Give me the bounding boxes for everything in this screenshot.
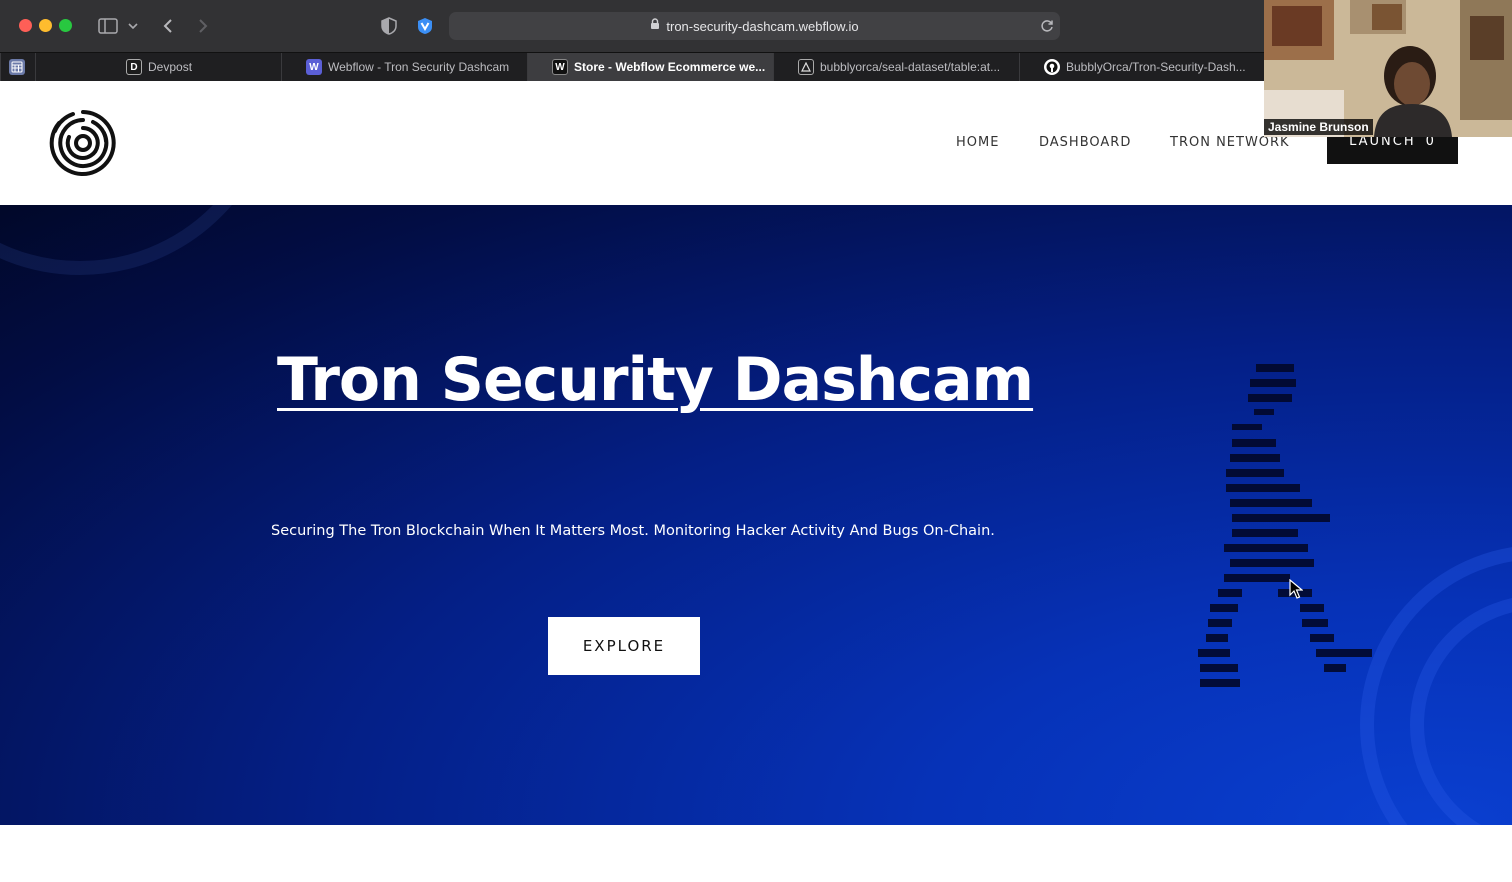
tab-label: bubblyorca/seal-dataset/table:at... bbox=[820, 60, 1001, 74]
hero-title[interactable]: Tron Security Dashcam bbox=[277, 345, 1034, 415]
zoom-window-button[interactable] bbox=[59, 19, 72, 32]
reload-icon[interactable] bbox=[1038, 14, 1056, 38]
tab-devpost[interactable]: D Devpost bbox=[35, 53, 281, 81]
nav-tron-network-link[interactable]: TRON NETWORK bbox=[1170, 135, 1290, 150]
webcam-feed-image bbox=[1264, 0, 1512, 137]
close-window-button[interactable] bbox=[19, 19, 32, 32]
pinned-app-icon bbox=[9, 59, 25, 75]
nav-home-link[interactable]: HOME bbox=[956, 135, 999, 150]
tab-webflow-dashcam[interactable]: W Webflow - Tron Security Dashcam bbox=[281, 53, 527, 81]
tab-label: Devpost bbox=[148, 60, 193, 74]
ascii-figure-shape bbox=[1198, 364, 1372, 688]
tab-label: Webflow - Tron Security Dashcam bbox=[328, 60, 510, 74]
forward-icon[interactable] bbox=[195, 14, 211, 38]
explore-button[interactable]: EXPLORE bbox=[548, 617, 700, 675]
chevron-down-icon[interactable] bbox=[126, 14, 140, 38]
hub-icon bbox=[798, 59, 814, 75]
address-bar[interactable]: tron-security-dashcam.webflow.io bbox=[449, 12, 1060, 40]
url-text: tron-security-dashcam.webflow.io bbox=[666, 18, 859, 34]
webcam-name-label: Jasmine Brunson bbox=[1264, 119, 1373, 135]
hero-subtitle: Securing The Tron Blockchain When It Mat… bbox=[271, 523, 995, 539]
decorative-ring bbox=[0, 205, 280, 275]
webflow-icon: W bbox=[552, 59, 568, 75]
webcam-overlay: Jasmine Brunson bbox=[1264, 0, 1512, 137]
tab-pinned[interactable] bbox=[0, 53, 35, 81]
tab-seal-dataset[interactable]: bubblyorca/seal-dataset/table:at... bbox=[773, 53, 1019, 81]
page-content-below bbox=[0, 825, 1512, 882]
webflow-icon: W bbox=[306, 59, 322, 75]
ascii-figure-illustration bbox=[1192, 347, 1382, 688]
github-icon bbox=[1044, 59, 1060, 75]
tab-github-repo[interactable]: BubblyOrca/Tron-Security-Dash... bbox=[1019, 53, 1264, 81]
tab-webflow-store[interactable]: W Store - Webflow Ecommerce we... bbox=[527, 53, 773, 81]
minimize-window-button[interactable] bbox=[39, 19, 52, 32]
hero-section: Tron Security Dashcam Securing The Tron … bbox=[0, 205, 1512, 825]
privacy-shield-icon[interactable] bbox=[380, 14, 398, 38]
site-logo-icon[interactable] bbox=[49, 109, 117, 177]
tab-label: BubblyOrca/Tron-Security-Dash... bbox=[1066, 60, 1246, 74]
sidebar-toggle-icon[interactable] bbox=[97, 14, 119, 38]
nav-dashboard-link[interactable]: DASHBOARD bbox=[1039, 135, 1131, 150]
mouse-cursor-icon bbox=[1289, 578, 1304, 599]
lock-icon bbox=[650, 17, 660, 35]
extension-shield-icon[interactable] bbox=[416, 14, 434, 38]
back-icon[interactable] bbox=[160, 14, 176, 38]
tab-label: Store - Webflow Ecommerce we... bbox=[574, 60, 766, 74]
devpost-icon: D bbox=[126, 59, 142, 75]
